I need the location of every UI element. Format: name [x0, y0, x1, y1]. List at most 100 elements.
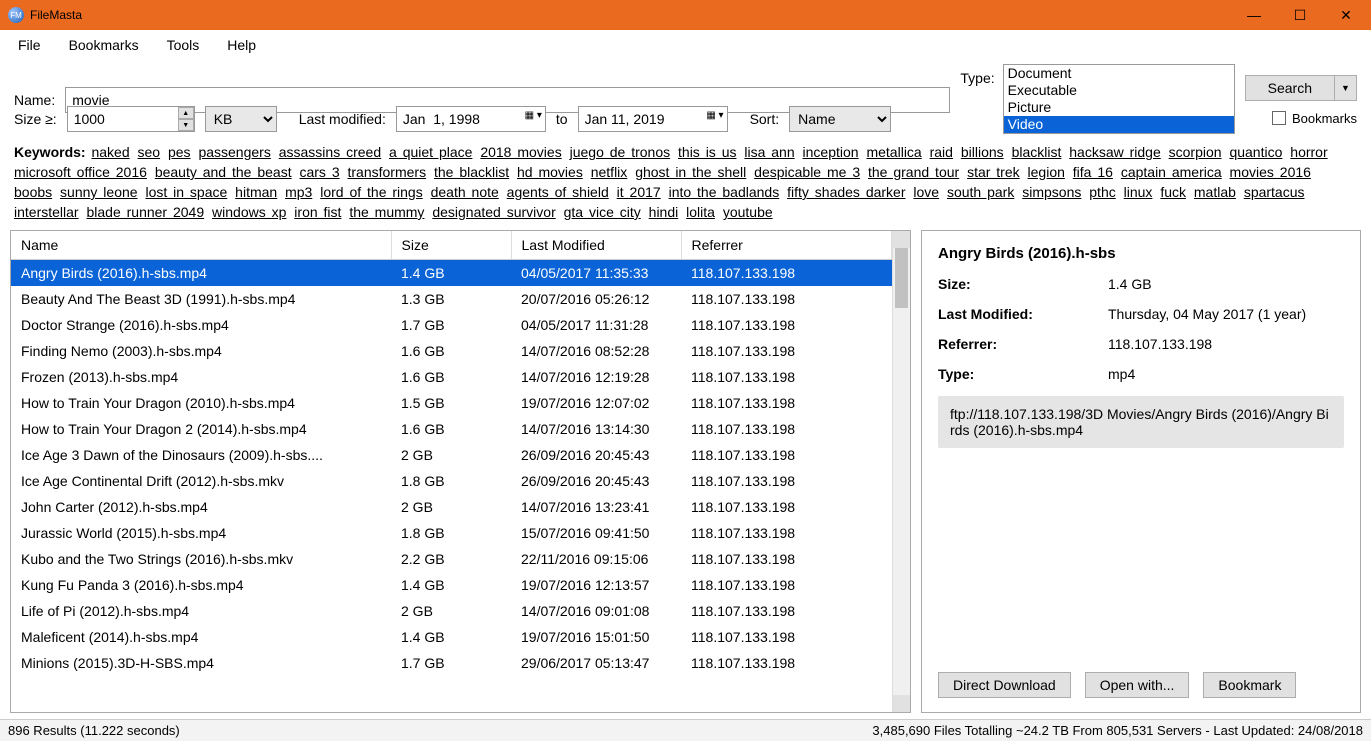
keyword-link[interactable]: hitman	[235, 182, 277, 202]
date-to-input[interactable]	[578, 106, 728, 132]
details-url[interactable]: ftp://118.107.133.198/3D Movies/Angry Bi…	[938, 396, 1344, 448]
open-with-button[interactable]: Open with...	[1085, 672, 1190, 698]
keyword-link[interactable]: fifty shades darker	[787, 182, 905, 202]
type-option[interactable]: Video	[1004, 116, 1234, 133]
keyword-link[interactable]: lost in space	[145, 182, 227, 202]
size-unit-combo[interactable]: KB	[205, 106, 277, 132]
size-input[interactable]	[67, 106, 195, 132]
table-row[interactable]: Ice Age Continental Drift (2012).h-sbs.m…	[11, 468, 892, 494]
table-row[interactable]: Ice Age 3 Dawn of the Dinosaurs (2009).h…	[11, 442, 892, 468]
table-row[interactable]: Life of Pi (2012).h-sbs.mp42 GB14/07/201…	[11, 598, 892, 624]
keyword-link[interactable]: iron fist	[294, 202, 341, 222]
sort-combo[interactable]: Name	[789, 106, 891, 132]
keyword-link[interactable]: a quiet place	[389, 142, 472, 162]
table-row[interactable]: Frozen (2013).h-sbs.mp41.6 GB14/07/2016 …	[11, 364, 892, 390]
keyword-link[interactable]: fifa 16	[1073, 162, 1113, 182]
keyword-link[interactable]: agents of shield	[507, 182, 609, 202]
keyword-link[interactable]: the mummy	[349, 202, 424, 222]
keyword-link[interactable]: blacklist	[1012, 142, 1062, 162]
keyword-link[interactable]: spartacus	[1244, 182, 1305, 202]
table-row[interactable]: How to Train Your Dragon (2010).h-sbs.mp…	[11, 390, 892, 416]
table-row[interactable]: Minions (2015).3D-H-SBS.mp41.7 GB29/06/2…	[11, 650, 892, 676]
table-row[interactable]: Doctor Strange (2016).h-sbs.mp41.7 GB04/…	[11, 312, 892, 338]
calendar-icon[interactable]: ▦ ▾	[525, 110, 542, 121]
keyword-link[interactable]: legion	[1028, 162, 1065, 182]
keyword-link[interactable]: 2018 movies	[480, 142, 561, 162]
menu-bookmarks[interactable]: Bookmarks	[65, 35, 143, 55]
table-row[interactable]: Maleficent (2014).h-sbs.mp41.4 GB19/07/2…	[11, 624, 892, 650]
keyword-link[interactable]: ghost in the shell	[635, 162, 746, 182]
keyword-link[interactable]: lolita	[686, 202, 715, 222]
keyword-link[interactable]: despicable me 3	[754, 162, 860, 182]
maximize-button[interactable]: ☐	[1277, 0, 1323, 30]
keyword-link[interactable]: raid	[930, 142, 953, 162]
keyword-link[interactable]: boobs	[14, 182, 52, 202]
table-row[interactable]: Angry Birds (2016).h-sbs.mp41.4 GB04/05/…	[11, 260, 892, 287]
keyword-link[interactable]: fuck	[1160, 182, 1186, 202]
keyword-link[interactable]: scorpion	[1169, 142, 1222, 162]
keyword-link[interactable]: horror	[1290, 142, 1327, 162]
keyword-link[interactable]: pes	[168, 142, 191, 162]
keyword-link[interactable]: sunny leone	[60, 182, 138, 202]
keyword-link[interactable]: designated survivor	[432, 202, 555, 222]
type-option[interactable]: Document	[1004, 65, 1234, 82]
keyword-link[interactable]: transformers	[348, 162, 427, 182]
keyword-link[interactable]: cars 3	[299, 162, 339, 182]
close-button[interactable]: ✕	[1323, 0, 1369, 30]
keyword-link[interactable]: blade runner 2049	[86, 202, 204, 222]
size-spinner[interactable]: ▲▼	[178, 107, 194, 131]
keyword-link[interactable]: assassins creed	[279, 142, 381, 162]
direct-download-button[interactable]: Direct Download	[938, 672, 1071, 698]
keyword-link[interactable]: billions	[961, 142, 1004, 162]
keyword-link[interactable]: lord of the rings	[320, 182, 423, 202]
search-button[interactable]: Search	[1245, 75, 1335, 101]
keyword-link[interactable]: into the badlands	[669, 182, 780, 202]
calendar-icon[interactable]: ▦ ▾	[706, 110, 723, 121]
keyword-link[interactable]: this is us	[678, 142, 736, 162]
keyword-link[interactable]: quantico	[1229, 142, 1282, 162]
keyword-link[interactable]: matlab	[1194, 182, 1236, 202]
bookmarks-checkbox[interactable]	[1272, 111, 1286, 125]
keyword-link[interactable]: star trek	[967, 162, 1020, 182]
table-scrollbar[interactable]	[892, 231, 910, 712]
keyword-link[interactable]: south park	[947, 182, 1014, 202]
keyword-link[interactable]: beauty and the beast	[155, 162, 292, 182]
table-row[interactable]: Beauty And The Beast 3D (1991).h-sbs.mp4…	[11, 286, 892, 312]
col-referrer[interactable]: Referrer	[681, 231, 892, 260]
minimize-button[interactable]: —	[1231, 0, 1277, 30]
search-dropdown-button[interactable]: ▼	[1335, 75, 1357, 101]
keyword-link[interactable]: inception	[803, 142, 859, 162]
keyword-link[interactable]: seo	[138, 142, 161, 162]
keyword-link[interactable]: simpsons	[1022, 182, 1081, 202]
col-name[interactable]: Name	[11, 231, 391, 260]
table-row[interactable]: Kubo and the Two Strings (2016).h-sbs.mk…	[11, 546, 892, 572]
type-option[interactable]: Executable	[1004, 82, 1234, 99]
keyword-link[interactable]: youtube	[723, 202, 773, 222]
keyword-link[interactable]: netflix	[591, 162, 628, 182]
type-list[interactable]: DocumentExecutablePictureVideo	[1003, 64, 1235, 134]
bookmarks-checkbox-row[interactable]: Bookmarks	[1272, 111, 1357, 126]
keyword-link[interactable]: the grand tour	[868, 162, 959, 182]
keyword-link[interactable]: passengers	[198, 142, 270, 162]
table-row[interactable]: How to Train Your Dragon 2 (2014).h-sbs.…	[11, 416, 892, 442]
col-modified[interactable]: Last Modified	[511, 231, 681, 260]
keyword-link[interactable]: hindi	[649, 202, 679, 222]
table-row[interactable]: John Carter (2012).h-sbs.mp42 GB14/07/20…	[11, 494, 892, 520]
keyword-link[interactable]: death note	[431, 182, 499, 202]
table-row[interactable]: Kung Fu Panda 3 (2016).h-sbs.mp41.4 GB19…	[11, 572, 892, 598]
table-row[interactable]: Finding Nemo (2003).h-sbs.mp41.6 GB14/07…	[11, 338, 892, 364]
bookmark-button[interactable]: Bookmark	[1203, 672, 1296, 698]
keyword-link[interactable]: mp3	[285, 182, 312, 202]
menu-file[interactable]: File	[14, 35, 45, 55]
keyword-link[interactable]: hd movies	[517, 162, 583, 182]
keyword-link[interactable]: movies 2016	[1230, 162, 1311, 182]
keyword-link[interactable]: interstellar	[14, 202, 79, 222]
keyword-link[interactable]: lisa ann	[744, 142, 794, 162]
keyword-link[interactable]: hacksaw ridge	[1069, 142, 1161, 162]
keyword-link[interactable]: linux	[1124, 182, 1153, 202]
table-row[interactable]: Jurassic World (2015).h-sbs.mp41.8 GB15/…	[11, 520, 892, 546]
keyword-link[interactable]: pthc	[1089, 182, 1115, 202]
keyword-link[interactable]: the blacklist	[434, 162, 509, 182]
keyword-link[interactable]: naked	[91, 142, 129, 162]
keyword-link[interactable]: it 2017	[617, 182, 661, 202]
